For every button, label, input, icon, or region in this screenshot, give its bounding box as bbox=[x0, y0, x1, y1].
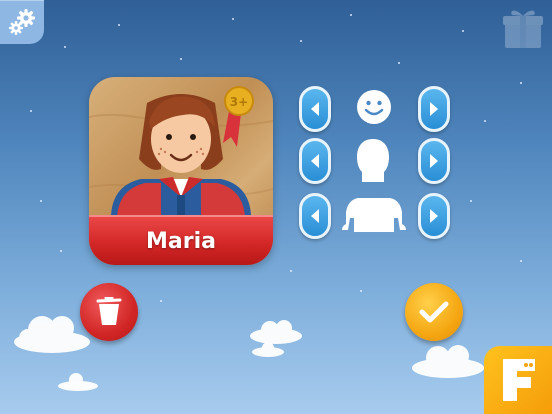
gift-button[interactable] bbox=[500, 6, 546, 50]
torso-silhouette-icon bbox=[342, 198, 406, 232]
delete-button[interactable] bbox=[80, 283, 138, 341]
hair-option bbox=[353, 136, 393, 188]
body-next-button[interactable] bbox=[418, 193, 450, 239]
arrow-right-icon bbox=[430, 209, 438, 223]
arrow-left-icon bbox=[311, 154, 319, 168]
gift-icon bbox=[503, 10, 543, 48]
arrow-left-icon bbox=[311, 209, 319, 223]
smiley-face-icon bbox=[357, 90, 391, 124]
age-medal-text: 3+ bbox=[230, 95, 248, 109]
settings-button[interactable] bbox=[0, 0, 44, 44]
gear-icon bbox=[9, 9, 35, 35]
checkmark-icon bbox=[419, 301, 449, 323]
f-logo-icon bbox=[503, 359, 535, 401]
face-next-button[interactable] bbox=[418, 86, 450, 132]
face-prev-button[interactable] bbox=[299, 86, 331, 132]
cloud-decoration bbox=[250, 320, 302, 357]
arrow-right-icon bbox=[430, 102, 438, 116]
name-banner[interactable]: Maria bbox=[89, 215, 273, 265]
arrow-left-icon bbox=[311, 102, 319, 116]
cloud-decoration bbox=[58, 373, 98, 391]
body-option bbox=[340, 194, 408, 238]
confirm-button[interactable] bbox=[405, 283, 463, 341]
cloud-decoration bbox=[412, 345, 484, 378]
head-silhouette-icon bbox=[357, 139, 389, 182]
avatar-card[interactable]: 3+ Maria bbox=[89, 77, 273, 265]
hair-prev-button[interactable] bbox=[299, 138, 331, 184]
arrow-right-icon bbox=[430, 154, 438, 168]
trash-icon bbox=[96, 297, 122, 325]
app-badge-button[interactable] bbox=[484, 346, 552, 414]
body-prev-button[interactable] bbox=[299, 193, 331, 239]
hair-next-button[interactable] bbox=[418, 138, 450, 184]
face-option bbox=[356, 89, 392, 129]
avatar-name: Maria bbox=[146, 228, 216, 254]
